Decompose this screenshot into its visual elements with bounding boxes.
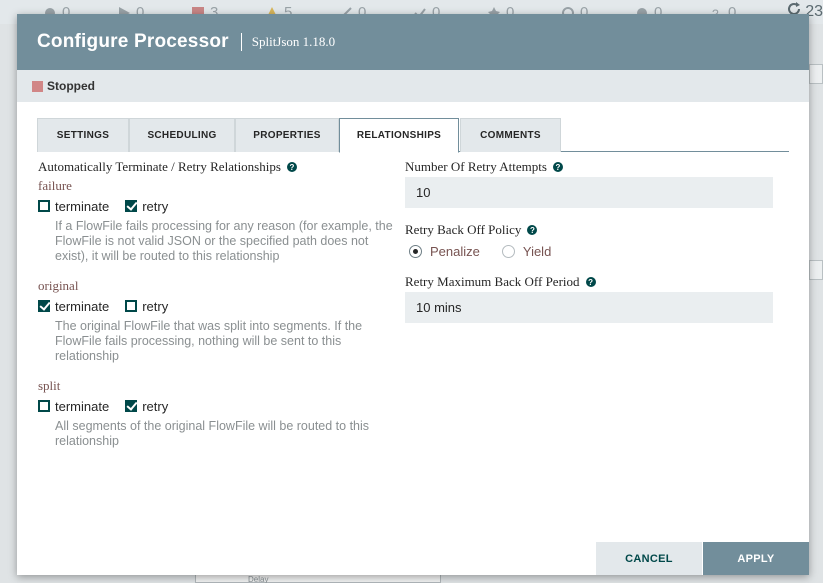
failure-retry-checkbox[interactable]: retry [125, 199, 168, 214]
relationships-panel: Automatically Terminate / Retry Relation… [38, 157, 408, 448]
split-terminate-checkbox[interactable]: terminate [38, 399, 109, 414]
retry-settings-panel: Number Of Retry Attempts ? 10 Retry Back… [405, 157, 777, 323]
processor-status: Stopped [17, 70, 809, 102]
status-label: Stopped [47, 79, 95, 93]
relationships-heading: Automatically Terminate / Retry Relation… [38, 157, 408, 177]
relationship-name: failure [38, 178, 72, 193]
relationship-original: original terminate retry The original Fl… [38, 278, 405, 364]
checkbox-unchecked-icon [38, 400, 50, 412]
relationship-description: All segments of the original FlowFile wi… [55, 419, 370, 448]
checkbox-checked-icon [125, 200, 138, 212]
relationship-failure: failure terminate retry If a FlowFile fa… [38, 178, 405, 264]
split-retry-checkbox[interactable]: retry [125, 399, 168, 414]
radio-unselected-icon [501, 244, 515, 258]
checkbox-unchecked-icon [125, 300, 138, 312]
retry-policy-options: Penalize Yield [409, 241, 573, 261]
checkbox-unchecked-icon [38, 200, 50, 212]
checkbox-checked-icon [38, 300, 50, 312]
canvas-component-fragment [809, 260, 823, 280]
canvas-component-fragment [809, 64, 823, 84]
checkbox-label: retry [142, 198, 169, 214]
processor-type: SplitJson 1.18.0 [251, 34, 336, 49]
checkbox-label: terminate [55, 298, 110, 314]
retry-policy-label-text: Retry Back Off Policy [405, 222, 522, 237]
max-backoff-input[interactable]: 10 mins [405, 292, 773, 323]
tab-settings[interactable]: SETTINGS [37, 118, 129, 152]
relationship-description: The original FlowFile that was split int… [55, 319, 363, 363]
retry-attempts-label: Number Of Retry Attempts ? [405, 157, 777, 177]
help-icon[interactable]: ? [552, 162, 563, 172]
yield-radio[interactable]: Yield [501, 243, 552, 259]
checkbox-checked-icon [125, 400, 138, 412]
relationship-description: If a FlowFile fails processing for any r… [55, 219, 393, 263]
radio-label: Yield [522, 243, 552, 259]
failure-terminate-checkbox[interactable]: terminate [38, 199, 109, 214]
tab-scheduling[interactable]: SCHEDULING [129, 118, 235, 152]
penalize-radio[interactable]: Penalize [409, 244, 480, 259]
help-icon[interactable]: ? [585, 277, 596, 287]
max-backoff-label: Retry Maximum Back Off Period ? [405, 272, 596, 292]
help-icon[interactable]: ? [527, 225, 538, 235]
original-terminate-checkbox[interactable]: terminate [38, 299, 109, 314]
relationship-split: split terminate retry All segments of th… [38, 378, 405, 449]
relationship-options: terminate retry [38, 396, 405, 416]
retry-attempts-input[interactable]: 10 [405, 177, 773, 208]
relationship-options: terminate retry [38, 296, 405, 316]
stopped-icon [32, 80, 43, 92]
cancel-button[interactable]: CANCEL [596, 542, 702, 575]
relationship-name: split [38, 378, 61, 393]
checkbox-label: terminate [55, 398, 110, 414]
radio-selected-icon [409, 244, 422, 258]
max-backoff-label-text: Retry Maximum Back Off Period [405, 274, 580, 289]
dialog-header: Configure Processor SplitJson 1.18.0 [17, 14, 809, 70]
checkbox-label: retry [142, 298, 169, 314]
relationship-options: terminate retry [38, 196, 405, 216]
relationships-heading-text: Automatically Terminate / Retry Relation… [38, 159, 281, 174]
checkbox-label: retry [142, 398, 169, 414]
retry-attempts-label-text: Number Of Retry Attempts [405, 159, 547, 174]
title-separator [240, 33, 242, 51]
tab-relationships[interactable]: RELATIONSHIPS [339, 118, 459, 153]
tab-properties[interactable]: PROPERTIES [235, 118, 339, 152]
retry-policy-label: Retry Back Off Policy ? [405, 220, 538, 240]
tab-bar: SETTINGS SCHEDULING PROPERTIES RELATIONS… [37, 118, 789, 153]
relationship-name: original [38, 278, 79, 293]
radio-label: Penalize [430, 243, 480, 259]
original-retry-checkbox[interactable]: retry [125, 299, 168, 314]
apply-button[interactable]: APPLY [703, 542, 809, 575]
dialog-title: Configure Processor [37, 31, 229, 52]
component-label: Delay [248, 575, 269, 583]
help-icon[interactable]: ? [286, 162, 297, 172]
checkbox-label: terminate [55, 198, 110, 214]
tab-comments[interactable]: COMMENTS [460, 118, 561, 152]
configure-processor-dialog: Configure Processor SplitJson 1.18.0 Sto… [17, 14, 809, 575]
